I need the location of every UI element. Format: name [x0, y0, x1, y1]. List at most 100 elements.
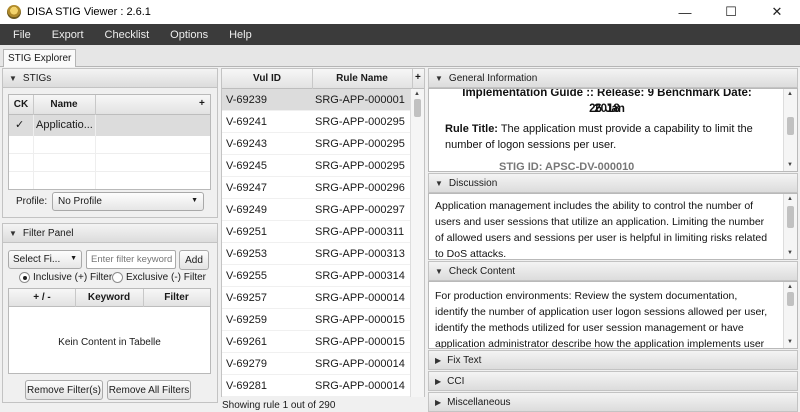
discussion-title: Discussion — [448, 177, 498, 189]
dropdown-arrow-icon: ▼ — [70, 255, 77, 262]
rule-name: SRG-APP-000014 — [315, 357, 405, 370]
scroll-up-icon[interactable]: ▲ — [414, 91, 420, 97]
rule-vul-id: V-69253 — [226, 247, 267, 260]
rule-vul-id: V-69239 — [226, 93, 267, 106]
scroll-down-icon[interactable]: ▼ — [787, 339, 793, 345]
fix-text-title: Fix Text — [447, 354, 482, 366]
rule-vul-id: V-69255 — [226, 269, 267, 282]
scroll-up-icon[interactable]: ▲ — [787, 284, 793, 290]
rule-vul-id: V-69251 — [226, 225, 267, 238]
col-name[interactable]: Name — [33, 99, 95, 110]
menu-options[interactable]: Options — [157, 29, 216, 41]
scroll-up-icon[interactable]: ▲ — [787, 196, 793, 202]
scroll-thumb[interactable] — [414, 99, 421, 117]
filter-keyword-input[interactable] — [86, 250, 176, 269]
scroll-thumb[interactable] — [787, 117, 794, 135]
rule-vul-id: V-69249 — [226, 203, 267, 216]
rule-vul-id: V-69245 — [226, 159, 267, 172]
scroll-up-icon[interactable]: ▲ — [787, 91, 793, 97]
menu-file[interactable]: File — [0, 29, 39, 41]
check-content-header[interactable]: ▼ Check Content — [428, 261, 798, 281]
add-column-button[interactable]: + — [199, 98, 205, 109]
filter-panel-header[interactable]: ▼ Filter Panel — [2, 223, 218, 243]
general-scrollbar[interactable]: ▲ ▼ — [783, 89, 797, 171]
general-info-header[interactable]: ▼ General Information — [428, 68, 798, 88]
close-icon[interactable]: ✕ — [754, 0, 800, 24]
rule-row[interactable]: V-69255 SRG-APP-000314 — [222, 265, 412, 287]
col-plus-minus[interactable]: + / - — [9, 292, 75, 303]
rule-row[interactable]: V-69281 SRG-APP-000014 — [222, 375, 412, 397]
rule-name: SRG-APP-000295 — [315, 115, 405, 128]
scroll-down-icon[interactable]: ▼ — [787, 250, 793, 256]
misc-header[interactable]: ▶ Miscellaneous — [428, 392, 798, 412]
cci-header[interactable]: ▶ CCI — [428, 371, 798, 391]
rule-name: SRG-APP-000295 — [315, 137, 405, 150]
scroll-thumb[interactable] — [787, 206, 794, 228]
remove-filters-button[interactable]: Remove Filter(s) — [25, 380, 103, 400]
filter-table: + / - Keyword Filter Kein Content in Tab… — [8, 288, 211, 374]
add-filter-button[interactable]: Add — [179, 250, 209, 270]
rule-row[interactable]: V-69253 SRG-APP-000313 — [222, 243, 412, 265]
exclusive-filter-radio[interactable]: Exclusive (-) Filter — [112, 272, 206, 283]
rule-title-label: Rule Title: — [445, 123, 498, 135]
rule-row[interactable]: V-69261 SRG-APP-000015 — [222, 331, 412, 353]
rule-row[interactable]: V-69251 SRG-APP-000311 — [222, 221, 412, 243]
tab-stig-explorer[interactable]: STIG Explorer — [3, 49, 77, 67]
discussion-scrollbar[interactable]: ▲ ▼ — [783, 194, 797, 259]
rule-row[interactable]: V-69239 SRG-APP-000001 — [222, 89, 412, 111]
col-rule-name[interactable]: Rule Name — [312, 73, 412, 84]
rule-row[interactable]: V-69243 SRG-APP-000295 — [222, 133, 412, 155]
rules-list: V-69239 SRG-APP-000001 V-69241 SRG-APP-0002… — [222, 89, 412, 397]
rule-row[interactable]: V-69259 SRG-APP-000015 — [222, 309, 412, 331]
rule-name: SRG-APP-000295 — [315, 159, 405, 172]
rule-row[interactable]: V-69249 SRG-APP-000297 — [222, 199, 412, 221]
misc-title: Miscellaneous — [447, 396, 511, 408]
col-vul-id[interactable]: Vul ID — [222, 73, 312, 84]
rule-name: SRG-APP-000014 — [315, 379, 405, 392]
check-icon[interactable]: ✓ — [15, 118, 24, 131]
menu-checklist[interactable]: Checklist — [92, 29, 158, 41]
stig-row[interactable]: ✓ Applicatio... — [9, 115, 210, 136]
collapse-arrow-icon: ▼ — [435, 178, 443, 188]
rule-row[interactable]: V-69245 SRG-APP-000295 — [222, 155, 412, 177]
inclusive-filter-radio[interactable]: Inclusive (+) Filter — [19, 272, 112, 283]
minimize-icon[interactable]: — — [662, 0, 708, 24]
expand-arrow-icon: ▶ — [435, 355, 442, 365]
inclusive-label: Inclusive (+) Filter — [33, 272, 113, 284]
col-filter[interactable]: Filter — [143, 292, 210, 303]
check-scrollbar[interactable]: ▲ ▼ — [783, 282, 797, 348]
scroll-thumb[interactable] — [787, 292, 794, 306]
rule-row[interactable]: V-69257 SRG-APP-000014 — [222, 287, 412, 309]
fix-text-header[interactable]: ▶ Fix Text — [428, 350, 798, 370]
tab-row: STIG Explorer — [0, 45, 800, 67]
rule-row[interactable]: V-69247 SRG-APP-000296 — [222, 177, 412, 199]
col-ck[interactable]: CK — [9, 99, 33, 110]
rule-row[interactable]: V-69241 SRG-APP-000295 — [222, 111, 412, 133]
rule-name: SRG-APP-000015 — [315, 313, 405, 326]
check-content-title: Check Content — [448, 265, 516, 277]
menu-bar: File Export Checklist Options Help — [0, 24, 800, 45]
rule-name: SRG-APP-000311 — [315, 225, 405, 238]
discussion-line: of allowed users and sessions per user i… — [435, 232, 768, 244]
maximize-icon[interactable]: ☐ — [708, 0, 754, 24]
add-column-button[interactable]: + — [415, 72, 421, 83]
filter-table-header: + / - Keyword Filter — [9, 289, 210, 307]
rule-title-continued: number of logon sessions per user. — [445, 139, 617, 151]
profile-value: No Profile — [58, 196, 102, 207]
exclusive-label: Exclusive (-) Filter — [126, 272, 207, 284]
rules-scrollbar[interactable]: ▲ — [410, 89, 424, 397]
profile-select[interactable]: No Profile ▼ — [52, 192, 204, 211]
menu-export[interactable]: Export — [39, 29, 92, 41]
discussion-header[interactable]: ▼ Discussion — [428, 173, 798, 193]
remove-all-filters-button[interactable]: Remove All Filters — [107, 380, 191, 400]
filter-type-select[interactable]: Select Fi... ▼ — [8, 250, 82, 269]
scroll-down-icon[interactable]: ▼ — [787, 162, 793, 168]
menu-help[interactable]: Help — [216, 29, 260, 41]
rule-row[interactable]: V-69279 SRG-APP-000014 — [222, 353, 412, 375]
col-keyword[interactable]: Keyword — [75, 292, 143, 303]
rule-vul-id: V-69261 — [226, 335, 267, 348]
stigs-panel-header[interactable]: ▼ STIGs — [2, 68, 218, 88]
discussion-content: Application management includes the abil… — [428, 193, 798, 260]
expand-arrow-icon: ▶ — [435, 397, 442, 407]
collapse-arrow-icon: ▼ — [435, 266, 443, 276]
